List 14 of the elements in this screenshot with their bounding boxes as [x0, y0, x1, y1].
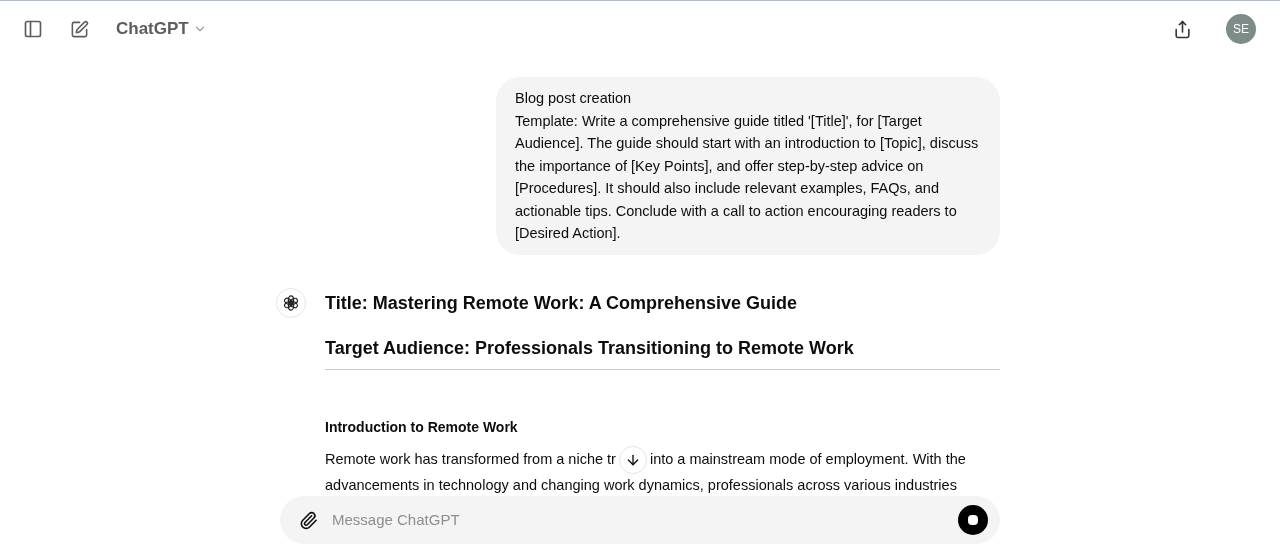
- response-text: into a mainstream mode of employment. With the: [649, 450, 966, 469]
- response-heading: Title: Mastering Remote Work: A Comprehensive Guide: [325, 291, 799, 315]
- scroll-down-button[interactable]: [618, 445, 647, 474]
- response-heading: Target Audience: Professionals Transitioning to Remote Work: [325, 336, 855, 360]
- message-composer[interactable]: Message ChatGPT: [280, 496, 1000, 544]
- message-text: Blog post creation: [515, 89, 633, 108]
- response-text: advancements in technology and changing work dynamics, professionals across various industries: [325, 475, 958, 495]
- stop-button[interactable]: [958, 505, 988, 535]
- message-text: Template: Write a comprehensive guide titled '[Title]', for [Target Audience]. The guide should start with an introduction to [Topic], discuss the importance of [Key Points], and offer step-by-step advice on [Procedures]. It should also include relevant examples, FAQs, and actionable tips. Conclude with a call to action encouraging readers to [Desired Action].: [515, 111, 980, 243]
- section-heading: Introduction to Remote Work: [325, 417, 519, 437]
- response-text: Remote work has transformed from a niche tr: [325, 450, 616, 469]
- user-avatar[interactable]: SE: [1226, 14, 1256, 44]
- message-input[interactable]: Message ChatGPT: [332, 508, 958, 532]
- model-selector[interactable]: ChatGPT: [116, 16, 207, 42]
